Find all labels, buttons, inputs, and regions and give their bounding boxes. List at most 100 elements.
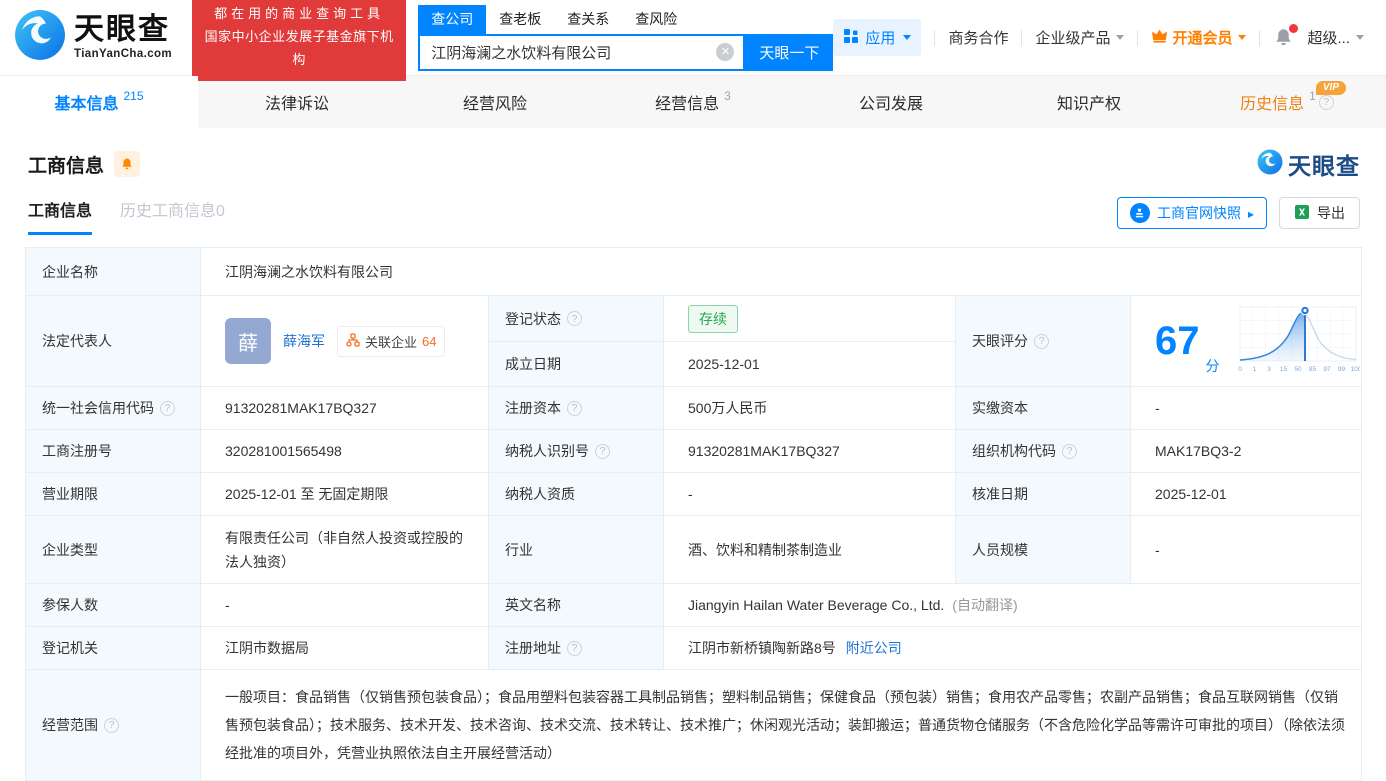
chevron-down-icon xyxy=(903,35,911,40)
help-icon[interactable] xyxy=(595,444,610,459)
snapshot-button[interactable]: 工商官网快照 xyxy=(1117,197,1267,229)
monitor-bell-icon[interactable] xyxy=(114,151,140,177)
vip-badge: VIP xyxy=(1316,81,1346,95)
chevron-down-icon xyxy=(1238,35,1246,40)
svg-text:85: 85 xyxy=(1308,366,1316,373)
taxpayer-quality-value: - xyxy=(664,473,956,516)
biz-term-label: 营业期限 xyxy=(26,473,201,516)
company-type-value: 有限责任公司（非自然人投资或控股的法人独资） xyxy=(201,516,489,584)
help-icon[interactable] xyxy=(1319,95,1334,110)
tab-count: 1 xyxy=(1309,89,1316,103)
company-name-value: 江阴海澜之水饮料有限公司 xyxy=(201,248,1362,296)
tab-intellectual-property[interactable]: 知识产权 xyxy=(990,76,1188,128)
tianyancha-logo-icon xyxy=(1257,149,1283,180)
tianyancha-logo[interactable]: 天眼查 TianYanCha.com xyxy=(14,9,172,66)
svg-text:3: 3 xyxy=(1267,366,1271,373)
help-icon[interactable] xyxy=(160,401,175,416)
tab-history-info[interactable]: VIP 历史信息 1 xyxy=(1188,76,1386,128)
scope-label: 经营范围 xyxy=(42,715,98,735)
score-label: 天眼评分 xyxy=(972,331,1028,351)
svg-text:50: 50 xyxy=(1294,366,1302,373)
tab-count: 3 xyxy=(724,89,731,103)
related-companies-badge[interactable]: 关联企业 64 xyxy=(337,326,445,357)
notifications-bell-icon[interactable] xyxy=(1273,27,1294,48)
promo-banner[interactable]: 都在用的商业查询工具 国家中小企业发展子基金旗下机构 xyxy=(192,0,406,81)
reg-status-badge: 存续 xyxy=(688,305,738,333)
reg-capital-label: 注册资本 xyxy=(505,398,561,418)
divider xyxy=(1259,30,1260,46)
chevron-down-icon xyxy=(1356,35,1364,40)
tab-business-info[interactable]: 经营信息 3 xyxy=(594,76,792,128)
nav-enterprise-label: 企业级产品 xyxy=(1035,27,1110,48)
tab-basic-info[interactable]: 基本信息 215 xyxy=(0,76,198,128)
clear-search-icon[interactable] xyxy=(716,43,734,61)
table-row: 法定代表人 薛 薛海军 关联企业 64 xyxy=(26,296,1362,387)
search-input-wrap xyxy=(418,34,745,71)
subtab-history-business-info[interactable]: 历史工商信息0 xyxy=(120,197,225,235)
legal-rep-link[interactable]: 薛海军 xyxy=(283,331,325,351)
tab-legal-proceedings[interactable]: 法律诉讼 xyxy=(198,76,396,128)
search-block: 查公司 查老板 查关系 查风险 天眼一下 xyxy=(418,5,833,71)
table-row: 企业类型 有限责任公司（非自然人投资或控股的法人独资） 行业 酒、饮料和精制茶制… xyxy=(26,516,1362,584)
nav-business-cooperation[interactable]: 商务合作 xyxy=(948,27,1008,48)
chevron-down-icon xyxy=(1116,35,1124,40)
search-tab-boss[interactable]: 查老板 xyxy=(486,5,554,34)
help-icon[interactable] xyxy=(567,641,582,656)
nav-vip-membership[interactable]: 开通会员 xyxy=(1151,27,1246,48)
related-companies-icon xyxy=(346,333,360,350)
tab-label: 公司发展 xyxy=(859,90,923,114)
credit-code-value: 91320281MAK17BQ327 xyxy=(201,387,489,430)
industry-value: 酒、饮料和精制茶制造业 xyxy=(664,516,956,584)
est-date-value: 2025-12-01 xyxy=(664,342,955,386)
industry-label: 行业 xyxy=(489,516,664,584)
biz-term-value: 2025-12-01 至 无固定期限 xyxy=(201,473,489,516)
search-tab-company[interactable]: 查公司 xyxy=(418,5,486,34)
tab-company-development[interactable]: 公司发展 xyxy=(792,76,990,128)
nav-apps-label: 应用 xyxy=(865,27,895,48)
table-row: 营业期限 2025-12-01 至 无固定期限 纳税人资质 - 核准日期 202… xyxy=(26,473,1362,516)
tab-operational-risk[interactable]: 经营风险 xyxy=(396,76,594,128)
taxpayer-id-label: 纳税人识别号 xyxy=(505,441,589,461)
english-name-value: Jiangyin Hailan Water Beverage Co., Ltd. xyxy=(688,597,944,613)
company-type-label: 企业类型 xyxy=(26,516,201,584)
legal-rep-avatar[interactable]: 薛 xyxy=(225,318,271,364)
svg-text:0: 0 xyxy=(1238,366,1242,373)
search-button[interactable]: 天眼一下 xyxy=(745,34,833,71)
auto-translate-note: (自动翻译) xyxy=(952,595,1017,615)
taxpayer-quality-label: 纳税人资质 xyxy=(489,473,664,516)
subtab-business-info[interactable]: 工商信息 xyxy=(28,197,92,235)
score-value: 67 xyxy=(1155,321,1200,361)
help-icon[interactable] xyxy=(567,401,582,416)
help-icon[interactable] xyxy=(1034,334,1049,349)
corner-logo: 天眼查 xyxy=(1257,147,1360,181)
search-tab-relation[interactable]: 查关系 xyxy=(554,5,622,34)
company-tabs: 基本信息 215 法律诉讼 经营风险 经营信息 3 公司发展 知识产权 VIP … xyxy=(0,75,1386,128)
nearby-companies-link[interactable]: 附近公司 xyxy=(846,638,902,658)
nav-vip-label: 开通会员 xyxy=(1172,27,1232,48)
help-icon[interactable] xyxy=(1062,444,1077,459)
registry-label: 登记机关 xyxy=(26,627,201,670)
taxpayer-id-value: 91320281MAK17BQ327 xyxy=(664,430,956,473)
nav-enterprise-products[interactable]: 企业级产品 xyxy=(1035,27,1124,48)
table-row: 工商注册号 320281001565498 纳税人识别号 91320281MAK… xyxy=(26,430,1362,473)
svg-text:1: 1 xyxy=(1252,366,1256,373)
help-icon[interactable] xyxy=(104,718,119,733)
vip-crown-icon xyxy=(1151,28,1168,47)
business-info-table: 企业名称 江阴海澜之水饮料有限公司 法定代表人 薛 薛海军 xyxy=(25,247,1362,781)
section-title: 工商信息 xyxy=(28,151,104,178)
tab-label: 历史信息 xyxy=(1240,90,1304,114)
table-row: 登记机关 江阴市数据局 注册地址 江阴市新桥镇陶新路8号 附近公司 xyxy=(26,627,1362,670)
reg-capital-value: 500万人民币 xyxy=(664,387,956,430)
search-tab-risk[interactable]: 查风险 xyxy=(622,5,690,34)
tianyancha-logo-icon xyxy=(14,9,66,66)
nav-super-account[interactable]: 超级... xyxy=(1307,27,1364,48)
logo-title: 天眼查 xyxy=(74,15,172,45)
search-input[interactable] xyxy=(420,36,743,69)
tab-label: 基本信息 xyxy=(54,90,118,114)
svg-text:99: 99 xyxy=(1337,366,1345,373)
top-header: 天眼查 TianYanCha.com 都在用的商业查询工具 国家中小企业发展子基… xyxy=(0,0,1386,75)
nav-apps[interactable]: 应用 xyxy=(833,19,921,56)
help-icon[interactable] xyxy=(567,311,582,326)
snapshot-stamp-icon xyxy=(1130,203,1150,223)
export-button[interactable]: 导出 xyxy=(1279,197,1360,229)
